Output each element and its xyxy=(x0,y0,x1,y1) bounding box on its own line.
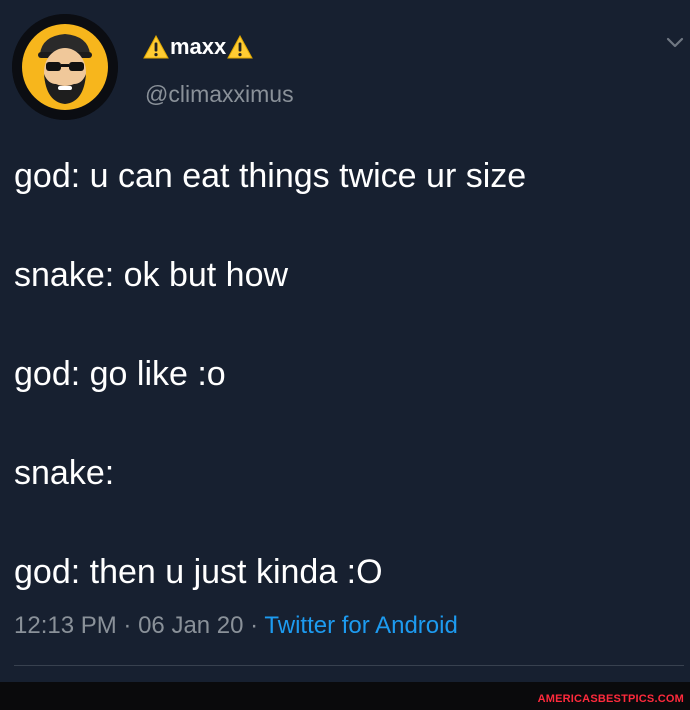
tweet-line: god: go like :o xyxy=(14,355,226,393)
tweet-time[interactable]: 12:13 PM xyxy=(14,612,117,639)
meta-separator: · xyxy=(123,612,132,639)
avatar[interactable] xyxy=(12,14,118,120)
warning-icon xyxy=(227,35,254,59)
warning-icon xyxy=(143,35,169,59)
avatar-image xyxy=(12,14,118,120)
chevron-down-icon[interactable] xyxy=(664,32,686,54)
tweet-source-link[interactable]: Twitter for Android xyxy=(264,612,457,639)
display-name[interactable]: maxx xyxy=(143,34,254,60)
tweet-date[interactable]: 06 Jan 20 xyxy=(138,612,243,639)
tweet-card: maxx @climaxximus god: u can eat things … xyxy=(0,0,690,682)
meta-separator: · xyxy=(250,612,259,639)
tweet-line: god: then u just kinda :O xyxy=(14,553,383,591)
tweet-line: god: u can eat things twice ur size xyxy=(14,157,527,195)
tweet-line: snake: xyxy=(14,454,115,492)
user-handle[interactable]: @climaxximus xyxy=(145,80,294,108)
watermark: AMERICASBESTPICS.COM xyxy=(537,693,684,705)
divider xyxy=(14,665,684,666)
tweet-meta: 12:13 PM · 06 Jan 20 · Twitter for Andro… xyxy=(14,611,458,641)
tweet-line: snake: ok but how xyxy=(14,256,289,294)
display-name-text: maxx xyxy=(170,34,227,59)
